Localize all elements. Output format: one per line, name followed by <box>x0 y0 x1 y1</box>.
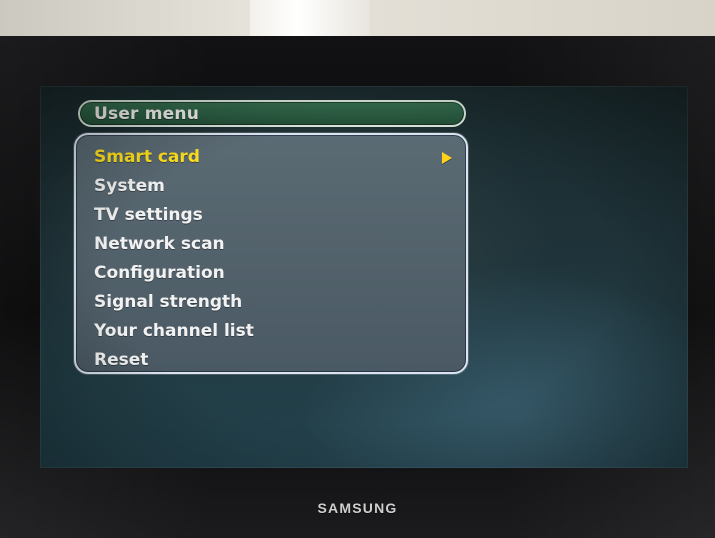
menu-item-network-scan[interactable]: Network scan <box>94 230 454 259</box>
user-menu-list: Smart card System TV settings Network sc… <box>94 143 454 370</box>
menu-item-system[interactable]: System <box>94 172 454 201</box>
samsung-logo: SAMSUNG <box>317 500 398 516</box>
menu-item-tv-settings[interactable]: TV settings <box>94 201 454 230</box>
tv-screen: User menu Smart card System TV settings … <box>40 86 688 468</box>
menu-item-your-channel-list[interactable]: Your channel list <box>94 317 454 346</box>
menu-item-signal-strength[interactable]: Signal strength <box>94 288 454 317</box>
menu-item-label: TV settings <box>94 205 203 225</box>
menu-item-label: Signal strength <box>94 292 243 312</box>
wall-left <box>0 0 250 40</box>
user-menu-panel: Smart card System TV settings Network sc… <box>74 133 468 374</box>
menu-item-label: Network scan <box>94 234 225 254</box>
menu-item-label: Smart card <box>94 147 200 167</box>
user-menu-title: User menu <box>94 104 200 124</box>
menu-item-label: Your channel list <box>94 321 254 341</box>
wall-right <box>370 0 715 40</box>
submenu-arrow-icon <box>442 152 452 164</box>
menu-item-reset[interactable]: Reset <box>94 346 454 372</box>
menu-item-smart-card[interactable]: Smart card <box>94 143 454 172</box>
menu-item-configuration[interactable]: Configuration <box>94 259 454 288</box>
menu-item-label: Reset <box>94 350 149 370</box>
photo-scene: User menu Smart card System TV settings … <box>0 0 715 538</box>
menu-item-label: System <box>94 176 165 196</box>
door-frame <box>250 0 370 40</box>
user-menu-title-bar: User menu <box>78 100 466 127</box>
menu-item-label: Configuration <box>94 263 225 283</box>
